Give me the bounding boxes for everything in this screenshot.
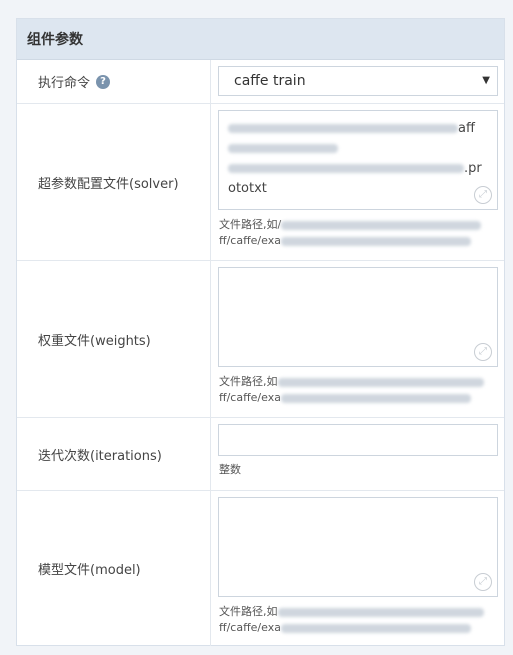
redacted-text: [280, 236, 471, 246]
solver-hint-line2: ff/caffe/exa: [219, 234, 281, 247]
solver-label: 超参数配置文件(solver): [38, 176, 179, 192]
component-params-panel: 组件参数 执行命令 ? caffe train ▼ 超参数配置文件(solver…: [16, 18, 505, 646]
panel-header: 组件参数: [17, 19, 504, 60]
weights-hint-line2: ff/caffe/exa: [219, 391, 281, 404]
redacted-text: [280, 623, 471, 633]
weights-hint: 文件路径,如 ff/caffe/exa: [219, 374, 499, 406]
command-label-cell: 执行命令 ?: [17, 60, 211, 103]
row-model: 模型文件(model) ⤢ 文件路径,如 ff/caffe/exa: [17, 491, 504, 646]
redacted-text: [228, 144, 338, 153]
redacted-text: [228, 124, 458, 133]
solver-hint: 文件路径,如/ ff/caffe/exa: [219, 217, 499, 249]
solver-hint-prefix: 文件路径,如/: [219, 218, 282, 231]
weights-textarea[interactable]: ⤢: [218, 267, 498, 367]
solver-value-tail-2: .pr: [464, 161, 482, 176]
weights-label-cell: 权重文件(weights): [17, 261, 211, 417]
model-hint: 文件路径,如 ff/caffe/exa: [219, 604, 499, 636]
model-hint-prefix: 文件路径,如: [219, 605, 278, 618]
redacted-text: [277, 607, 484, 617]
command-select-value: caffe train: [234, 73, 306, 89]
redacted-text: [277, 377, 484, 387]
chevron-down-icon: ▼: [482, 75, 490, 86]
redacted-text: [280, 393, 471, 403]
row-iterations: 迭代次数(iterations) 整数: [17, 418, 504, 491]
redacted-text: [281, 220, 482, 230]
model-textarea[interactable]: ⤢: [218, 497, 498, 597]
redacted-text: [228, 164, 464, 173]
weights-field-cell: ⤢ 文件路径,如 ff/caffe/exa: [212, 261, 504, 417]
row-solver: 超参数配置文件(solver) aff .pr ototxt ⤢ 文件路径,如/…: [17, 104, 504, 261]
iterations-field-cell: 整数: [212, 418, 504, 490]
solver-value-tail-1: aff: [458, 121, 475, 136]
iterations-input[interactable]: [218, 424, 498, 456]
row-command: 执行命令 ? caffe train ▼: [17, 60, 504, 104]
row-weights: 权重文件(weights) ⤢ 文件路径,如 ff/caffe/exa: [17, 261, 504, 418]
weights-label: 权重文件(weights): [38, 333, 151, 349]
iterations-hint: 整数: [219, 463, 241, 476]
command-label: 执行命令: [38, 76, 91, 91]
expand-diagonal-icon[interactable]: ⤢: [474, 573, 492, 591]
expand-diagonal-icon[interactable]: ⤢: [474, 343, 492, 361]
weights-hint-prefix: 文件路径,如: [219, 375, 278, 388]
solver-textarea-value: aff .pr ototxt: [228, 119, 489, 199]
help-icon[interactable]: ?: [96, 74, 111, 89]
command-select[interactable]: caffe train ▼: [218, 66, 498, 96]
solver-label-cell: 超参数配置文件(solver): [17, 104, 211, 260]
model-field-cell: ⤢ 文件路径,如 ff/caffe/exa: [212, 491, 504, 646]
expand-diagonal-icon[interactable]: ⤢: [474, 186, 492, 204]
solver-value-line-3: ototxt: [228, 181, 267, 196]
model-label: 模型文件(model): [38, 563, 141, 578]
iterations-label: 迭代次数(iterations): [38, 448, 162, 464]
solver-field-cell: aff .pr ototxt ⤢ 文件路径,如/ ff/caffe/exa: [212, 104, 504, 260]
panel-title: 组件参数: [27, 32, 83, 48]
model-label-cell: 模型文件(model): [17, 491, 211, 646]
solver-textarea[interactable]: aff .pr ototxt ⤢: [218, 110, 498, 210]
model-hint-line2: ff/caffe/exa: [219, 621, 281, 634]
iterations-label-cell: 迭代次数(iterations): [17, 418, 211, 490]
command-field-cell: caffe train ▼: [212, 60, 504, 103]
